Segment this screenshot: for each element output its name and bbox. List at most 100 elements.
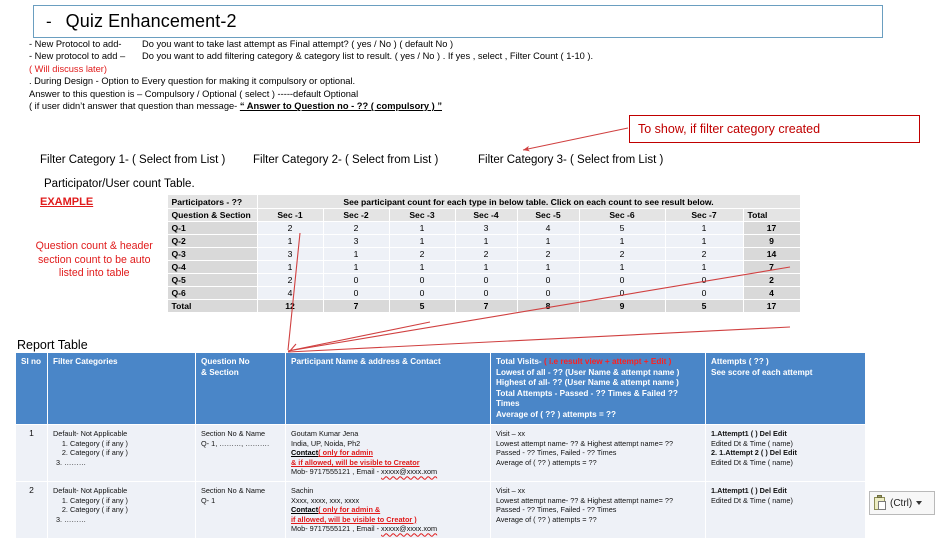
col-head-total: Total: [742, 208, 801, 222]
cell-q6-sec1[interactable]: 4: [256, 286, 324, 300]
cell-q1-sec1[interactable]: 2: [256, 221, 324, 235]
slide-title-box[interactable]: - Quiz Enhancement-2: [33, 5, 883, 38]
report-table-title: Report Table: [17, 338, 88, 352]
cell-q5-sec4[interactable]: 0: [454, 273, 518, 287]
note-2-text: Do you want to add filtering category & …: [142, 51, 594, 62]
cell-q1-sec6[interactable]: 5: [578, 221, 666, 235]
participator-count-title: Participator/User count Table.: [44, 178, 195, 190]
cell-q3-sec3[interactable]: 2: [388, 247, 456, 261]
cell-q5-sec3[interactable]: 0: [388, 273, 456, 287]
row-2-attempt-1-edited: Edited Dt & Time ( name): [711, 495, 793, 505]
cell-q4-sec2[interactable]: 1: [322, 260, 390, 274]
row-1-visit-l4: Average of ( ?? ) attempts = ??: [496, 457, 597, 467]
report-table-header-row: Sl no Filter Categories Question No & Se…: [15, 352, 866, 425]
participator-count-table: EXAMPLE Participators - ?? See participa…: [22, 194, 801, 313]
row-1-contact-note: ( only for admin: [318, 448, 373, 458]
cell-q1-sec4[interactable]: 3: [454, 221, 518, 235]
note-1-text: Do you want to take last attempt as Fina…: [142, 39, 454, 49]
row-2-attempt-1[interactable]: 1.Attempt1 ( ) Del Edit: [711, 486, 860, 496]
row-2-participant: Sachin Xxxx, xxxx, xxx, xxxx Contact( on…: [285, 480, 491, 539]
cell-q1-sec3[interactable]: 1: [388, 221, 456, 235]
cell-q4-sec6[interactable]: 1: [578, 260, 666, 274]
cell-q5-sec1[interactable]: 2: [256, 273, 324, 287]
cell-q4-sec1[interactable]: 1: [256, 260, 324, 274]
cell-q3-sec4[interactable]: 2: [454, 247, 518, 261]
filter-category-3[interactable]: Filter Category 3- ( Select from List ): [478, 154, 663, 166]
chevron-down-icon[interactable]: [916, 501, 923, 505]
clipboard-icon: [874, 494, 887, 511]
cell-q3-sec5[interactable]: 2: [516, 247, 580, 261]
title-dash: -: [46, 11, 52, 31]
cell-q5-total: 2: [742, 273, 801, 287]
row-1-participant-address: India, UP, Noida, Ph2: [291, 438, 361, 448]
cell-q1-total: 17: [742, 221, 801, 235]
cell-q4-sec7[interactable]: 1: [664, 260, 744, 274]
cell-q6-sec3[interactable]: 0: [388, 286, 456, 300]
cell-q2-sec2[interactable]: 3: [322, 234, 390, 248]
cell-q2-sec6[interactable]: 1: [578, 234, 666, 248]
col-head-sec-4: Sec -4: [454, 208, 518, 222]
slide-canvas: - Quiz Enhancement-2 - New Protocol to a…: [0, 0, 949, 539]
row-2-total-visits: Visit – xx Lowest attempt name- ?? & Hig…: [490, 480, 706, 539]
row-2-participant-name: Sachin: [291, 485, 314, 495]
report-col-question-no-l1: Question No & Section: [201, 357, 250, 377]
cell-q3-sec1[interactable]: 3: [256, 247, 324, 261]
cell-q1-sec7[interactable]: 1: [664, 221, 744, 235]
row-1-attempt-1[interactable]: 1.Attempt1 ( ) Del Edit: [711, 429, 860, 439]
filter-category-2[interactable]: Filter Category 2- ( Select from List ): [253, 154, 478, 166]
cell-q1-sec5[interactable]: 4: [516, 221, 580, 235]
row-2-email: xxxxx@xxxx.xom: [381, 524, 438, 534]
cell-q4-sec4[interactable]: 1: [454, 260, 518, 274]
row-label-q6: Q-6: [166, 286, 258, 300]
cell-q5-sec6[interactable]: 0: [578, 273, 666, 287]
cell-q2-sec3[interactable]: 1: [388, 234, 456, 248]
row-1-participant: Goutam Kumar Jena India, UP, Noida, Ph2 …: [285, 424, 491, 482]
note-6-prefix: ( if user didn’t answer that question th…: [29, 101, 238, 112]
cell-q2-sec4[interactable]: 1: [454, 234, 518, 248]
cell-q4-sec3[interactable]: 1: [388, 260, 456, 274]
cell-total-sec1: 12: [256, 299, 324, 313]
left-note-text: Question count & header section count to…: [35, 240, 153, 280]
cell-q3-sec2[interactable]: 1: [322, 247, 390, 261]
cell-q2-sec1[interactable]: 1: [256, 234, 324, 248]
paste-options-button[interactable]: (Ctrl): [869, 491, 935, 515]
left-note-cell: Question count & header section count to…: [22, 208, 167, 313]
cell-q6-sec4[interactable]: 0: [454, 286, 518, 300]
row-2-cat-list: Category ( if any ) Category ( if any ): [53, 496, 190, 515]
cell-q2-total: 9: [742, 234, 801, 248]
cell-q1-sec2[interactable]: 2: [322, 221, 390, 235]
row-1-email: xxxxx@xxxx.xom: [381, 467, 438, 477]
visits-head-black: Total Visits-: [496, 357, 542, 366]
cell-q6-sec5[interactable]: 0: [516, 286, 580, 300]
row-1-attempt-2-edited: Edited Dt & Time ( name): [711, 457, 793, 467]
cell-q2-sec7[interactable]: 1: [664, 234, 744, 248]
report-col-filter-categories: Filter Categories: [47, 352, 196, 425]
cell-q2-sec5[interactable]: 1: [516, 234, 580, 248]
filter-category-1[interactable]: Filter Category 1- ( Select from List ): [40, 154, 253, 166]
cell-q4-sec5[interactable]: 1: [516, 260, 580, 274]
note-line-4: . During Design - Option to Every questi…: [29, 76, 356, 87]
cell-q3-sec7[interactable]: 2: [664, 247, 744, 261]
cell-q5-sec2[interactable]: 0: [322, 273, 390, 287]
list-item: Category ( if any ): [70, 496, 190, 506]
visits-head-red: ( i.e result view + attempt + Edit ): [543, 357, 672, 366]
note-2-label: - New protocol to add –: [29, 51, 126, 62]
row-2-slno: 2: [15, 480, 48, 539]
list-item: Category ( if any ): [70, 505, 190, 515]
col-head-sec-6: Sec -6: [578, 208, 666, 222]
row-1-visit-l2: Lowest attempt name- ?? & Highest attemp…: [496, 438, 674, 448]
row-2-visit-l2: Lowest attempt name- ?? & Highest attemp…: [496, 495, 674, 505]
cell-q3-sec6[interactable]: 2: [578, 247, 666, 261]
cell-q6-sec2[interactable]: 0: [322, 286, 390, 300]
row-1-attempt-2[interactable]: 2. 1.Attempt 2 ( ) Del Edit: [711, 448, 860, 458]
row-2-contact-label: Contact: [291, 505, 319, 515]
cell-q6-sec7[interactable]: 0: [664, 286, 744, 300]
cell-q5-sec7[interactable]: 0: [664, 273, 744, 287]
col-head-sec-1: Sec -1: [256, 208, 324, 222]
row-1-mobile: Mob- 9717555121 , Email -: [291, 467, 382, 477]
row-2-cat-default: Default- Not Applicable: [53, 485, 128, 495]
report-col-participant: Participant Name & address & Contact: [285, 352, 491, 425]
cell-q6-sec6[interactable]: 0: [578, 286, 666, 300]
count-table-row-top: EXAMPLE Participators - ?? See participa…: [22, 194, 801, 209]
cell-q5-sec5[interactable]: 0: [516, 273, 580, 287]
